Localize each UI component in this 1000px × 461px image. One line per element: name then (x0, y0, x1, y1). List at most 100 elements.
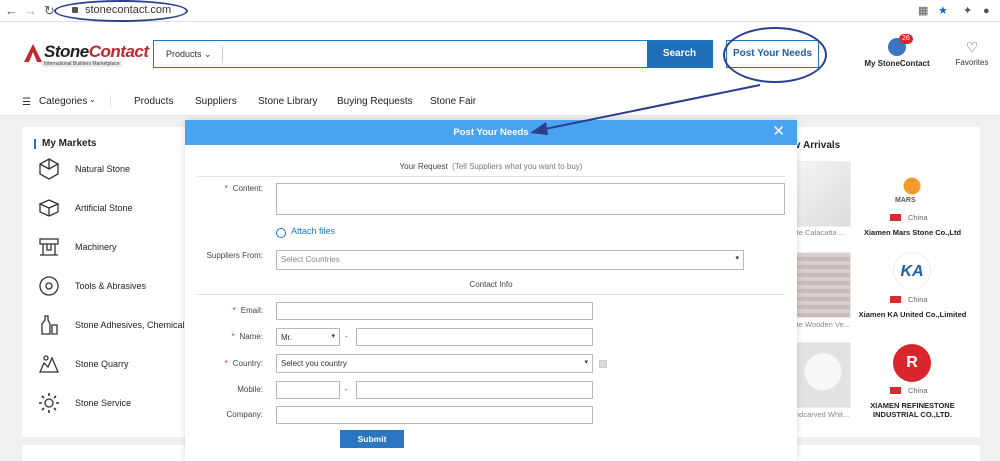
nav-buying-requests[interactable]: Buying Requests (337, 96, 413, 107)
supplier-logo-text: MARS (895, 197, 916, 204)
nav-stone-library[interactable]: Stone Library (258, 96, 317, 107)
categories-menu[interactable]: Categories (39, 96, 87, 107)
company-field[interactable] (276, 406, 593, 424)
post-needs-highlight-ellipse (723, 27, 827, 83)
market-label: Artificial Stone (75, 203, 133, 213)
user-icon: 26 (888, 34, 913, 56)
product-image[interactable] (795, 252, 851, 318)
market-tools-abrasives[interactable]: Tools & Abrasives (37, 274, 207, 298)
product-image[interactable] (795, 161, 851, 227)
nav-suppliers[interactable]: Suppliers (195, 96, 237, 107)
email-label: * Email: (203, 306, 263, 315)
product-image[interactable] (795, 342, 851, 408)
market-label: Tools & Abrasives (75, 281, 147, 291)
mobile-number-field[interactable] (356, 381, 593, 399)
market-artificial-stone[interactable]: Artificial Stone (37, 196, 207, 220)
market-machinery[interactable]: Machinery (37, 235, 207, 259)
country-flag-placeholder (599, 360, 607, 368)
heart-icon: ♡ (965, 39, 979, 55)
market-label: Stone Quarry (75, 359, 129, 369)
product-name[interactable]: ite Wooden Ve... (795, 320, 855, 329)
my-markets-title: My Markets (34, 139, 96, 149)
content-label: * Content: (203, 184, 263, 193)
nav-stone-fair[interactable]: Stone Fair (430, 96, 476, 107)
market-natural-stone[interactable]: Natural Stone (37, 157, 207, 181)
qr-icon[interactable]: ▦ (918, 4, 928, 18)
china-flag-icon (890, 296, 901, 303)
search-category-label: Products (166, 49, 202, 59)
supplier-name[interactable]: Xiamen KA United Co.,Limited (855, 310, 970, 319)
site-header: StoneContact International Builders Mark… (0, 22, 1000, 116)
supplier-logo[interactable]: KA (893, 252, 931, 290)
email-label-text: Email: (240, 306, 263, 315)
forward-icon[interactable]: → (24, 3, 37, 19)
market-label: Stone Service (75, 398, 132, 408)
nav-products[interactable]: Products (134, 96, 173, 107)
bookmark-star-icon[interactable]: ★ (938, 4, 948, 18)
request-section-title: Your Request (399, 162, 448, 171)
email-field[interactable] (276, 302, 593, 320)
submit-button[interactable]: Submit (340, 430, 404, 448)
contact-section-header: Contact Info (197, 280, 785, 295)
required-asterisk: * (224, 359, 228, 368)
logo-tagline: International Builders Marketplace (42, 61, 122, 67)
content-label-text: Content: (232, 184, 263, 193)
supplier-name[interactable]: XIAMEN REFINESTONE INDUSTRIAL CO.,LTD. (855, 401, 970, 419)
site-logo[interactable]: StoneContact (44, 42, 149, 62)
request-hint: (Tell Suppliers what you want to buy) (452, 162, 583, 171)
product-name[interactable]: ndcarved Whit... (795, 410, 855, 419)
market-stone-service[interactable]: Stone Service (37, 391, 207, 415)
product-name[interactable]: ite Calacatta ... (795, 228, 855, 237)
dropdown-caret-icon: ▾ (331, 333, 335, 340)
extensions-icon[interactable]: ✦ (963, 4, 972, 18)
market-label: Machinery (75, 242, 117, 252)
mobile-country-code-field[interactable] (276, 381, 340, 399)
search-category-dropdown[interactable]: Products ⌄ (166, 49, 212, 60)
slab-icon (38, 199, 60, 217)
favorites[interactable]: ♡ Favorites (950, 38, 994, 67)
nav-divider (110, 95, 111, 107)
required-asterisk: * (232, 306, 236, 315)
supplier-country: China (908, 386, 928, 395)
menu-icon[interactable]: ☰ (22, 97, 31, 108)
name-title-select[interactable]: Mr. ▾ (276, 328, 340, 346)
search-bar: Products ⌄ Search (153, 40, 713, 68)
market-stone-adhesives[interactable]: Stone Adhesives, Chemicals (37, 313, 207, 337)
notification-badge: 26 (899, 34, 913, 44)
supplier-name[interactable]: Xiamen Mars Stone Co.,Ltd (855, 228, 970, 237)
upload-icon[interactable] (276, 228, 286, 238)
content-textarea[interactable] (276, 183, 785, 215)
chevron-down-icon[interactable]: ⌄ (89, 95, 96, 104)
logo-accent: Contact (88, 42, 149, 61)
logo-main: Stone (44, 42, 89, 61)
dropdown-caret-icon: ▾ (584, 359, 588, 366)
mobile-label: Mobile: (237, 385, 263, 394)
name-field[interactable] (356, 328, 593, 346)
request-section-header: Your Request (Tell Suppliers what you wa… (197, 162, 785, 177)
quarry-icon (38, 355, 59, 373)
suppliers-from-label: Suppliers From: (206, 251, 263, 260)
market-label: Natural Stone (75, 164, 131, 174)
saw-blade-icon (39, 276, 59, 296)
back-icon[interactable]: ← (5, 3, 18, 19)
bottle-icon (41, 315, 58, 335)
attach-files-link[interactable]: Attach files (291, 226, 335, 236)
post-needs-modal: Post Your Needs ✕ Your Request (Tell Sup… (185, 120, 797, 461)
favorites-label: Favorites (955, 58, 989, 67)
company-label: Company: (226, 410, 263, 419)
name-title-value: Mr. (281, 333, 293, 342)
close-icon[interactable]: ✕ (772, 123, 785, 141)
modal-title: Post Your Needs (453, 127, 529, 138)
mobile-dash: - (345, 385, 348, 394)
name-label-text: Name: (239, 332, 263, 341)
market-stone-quarry[interactable]: Stone Quarry (37, 352, 207, 376)
suppliers-from-select[interactable]: Select Countries ▾ (276, 250, 744, 270)
my-stonecontact[interactable]: 26 My StoneContact (862, 34, 932, 68)
supplier-logo[interactable]: R (893, 344, 931, 382)
country-select[interactable]: Select you country ▾ (276, 354, 593, 373)
dropdown-caret-icon: ▾ (735, 255, 739, 262)
profile-icon[interactable]: ● (983, 4, 990, 18)
machine-icon (39, 238, 59, 256)
name-dash: - (345, 332, 348, 341)
search-button[interactable]: Search (647, 41, 712, 67)
